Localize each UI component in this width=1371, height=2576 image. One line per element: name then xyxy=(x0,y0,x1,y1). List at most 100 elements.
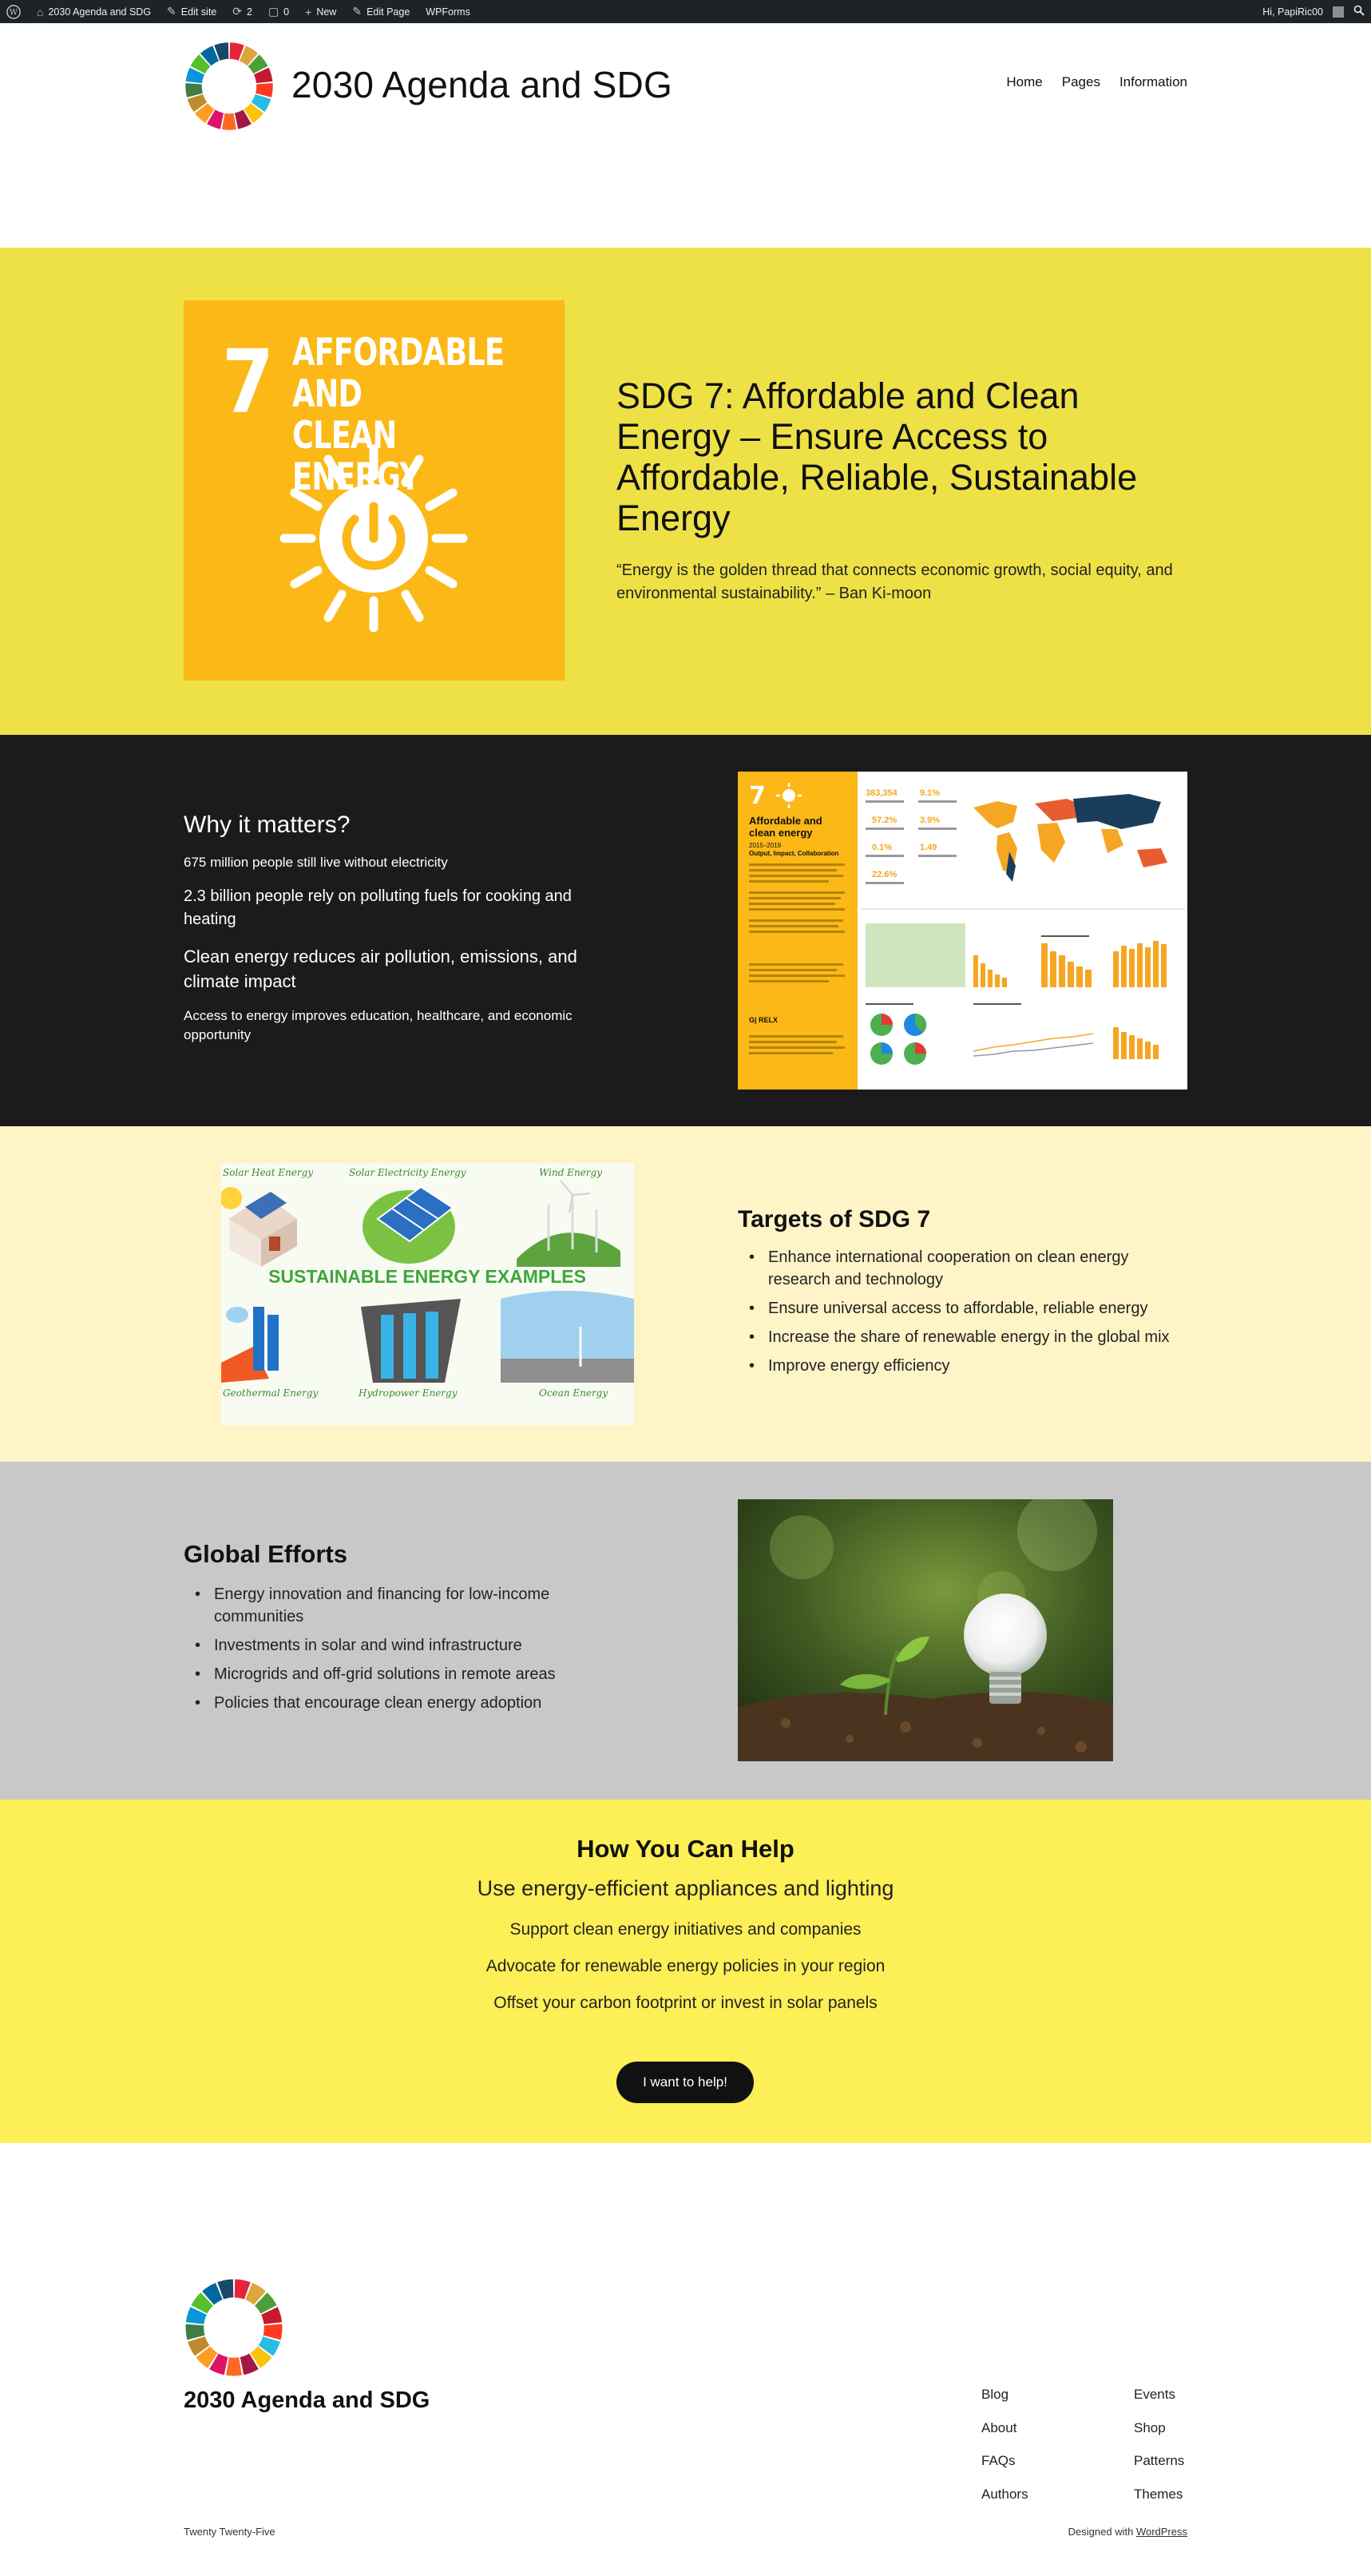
footer-link-faqs[interactable]: FAQs xyxy=(981,2453,1028,2487)
admin-wpforms[interactable]: WPForms xyxy=(426,6,470,18)
sdg-wheel-logo[interactable] xyxy=(184,41,275,132)
svg-text:Solar Electricity Energy: Solar Electricity Energy xyxy=(349,1167,466,1178)
why-list: 675 million people still live without el… xyxy=(184,853,583,1058)
targets-list: Enhance international cooperation on cle… xyxy=(738,1246,1185,1383)
footer-link-shop[interactable]: Shop xyxy=(1134,2420,1184,2454)
footer-link-themes[interactable]: Themes xyxy=(1134,2487,1184,2520)
svg-text:Output, Impact, Collaboration: Output, Impact, Collaboration xyxy=(749,850,839,857)
svg-text:Hydropower Energy: Hydropower Energy xyxy=(358,1387,458,1399)
wordpress-logo-icon[interactable]: W xyxy=(6,4,21,19)
svg-text:Geothermal Energy: Geothermal Energy xyxy=(223,1387,318,1399)
footer-link-about[interactable]: About xyxy=(981,2420,1028,2454)
sdg-tile-number: 7 xyxy=(222,331,275,433)
svg-text:Solar Heat Energy: Solar Heat Energy xyxy=(223,1167,313,1178)
svg-text:G| RELX: G| RELX xyxy=(749,1016,778,1024)
list-item: Investments in solar and wind infrastruc… xyxy=(184,1634,599,1657)
brush-icon: ✎ xyxy=(167,5,176,18)
svg-text:9.1%: 9.1% xyxy=(920,788,940,798)
pie-charts-graphic xyxy=(870,1013,927,1065)
svg-text:Wind Energy: Wind Energy xyxy=(539,1167,602,1178)
footer-site-title[interactable]: 2030 Agenda and SDG xyxy=(184,2387,430,2414)
help-line-2: Advocate for renewable energy policies i… xyxy=(485,1957,886,1975)
site-footer: 2030 Agenda and SDG Blog About FAQs Auth… xyxy=(0,2143,1371,2576)
list-item: Increase the share of renewable energy i… xyxy=(738,1326,1185,1348)
infographic-number: 7 xyxy=(749,782,766,810)
admin-new[interactable]: + New xyxy=(305,6,336,18)
sun-power-icon xyxy=(279,444,468,633)
lightbulb-plant-image xyxy=(738,1499,1113,1761)
targets-section: Solar Heat Energy Solar Electricity Ener… xyxy=(0,1126,1371,1462)
sdg-wheel-segment xyxy=(222,113,236,130)
list-item: Ensure universal access to affordable, r… xyxy=(738,1297,1185,1320)
footer-link-authors[interactable]: Authors xyxy=(981,2487,1028,2520)
svg-text:383,354: 383,354 xyxy=(866,788,898,798)
admin-site-name[interactable]: ⌂ 2030 Agenda and SDG xyxy=(37,6,151,18)
updates-icon: ⟳ xyxy=(232,5,242,18)
line-chart-graphic xyxy=(973,1033,1094,1057)
help-line-3: Offset your carbon footprint or invest i… xyxy=(493,1994,878,2012)
why-line-1: 675 million people still live without el… xyxy=(184,855,448,870)
designed-with-credit: Designed with WordPress xyxy=(1068,2526,1187,2538)
pencil-icon: ✎ xyxy=(352,5,363,18)
svg-text:clean energy: clean energy xyxy=(749,827,813,839)
footer-link-blog[interactable]: Blog xyxy=(981,2387,1028,2420)
sdg-wheel-logo[interactable] xyxy=(184,2277,284,2378)
targets-title: Targets of SDG 7 xyxy=(738,1206,931,1232)
list-item: Policies that encourage clean energy ado… xyxy=(184,1692,599,1714)
hero-quote: “Energy is the golden thread that connec… xyxy=(616,562,1173,602)
avatar[interactable] xyxy=(1333,6,1344,18)
footer-link-patterns[interactable]: Patterns xyxy=(1134,2453,1184,2487)
svg-text:57.2%: 57.2% xyxy=(872,816,897,825)
i-want-to-help-button[interactable]: I want to help! xyxy=(616,2062,754,2103)
how-you-can-help-section: How You Can Help Use energy-efficient ap… xyxy=(0,1800,1371,2143)
hero-section: 7 AFFORDABLE AND CLEAN ENERGY SDG 7: Aff… xyxy=(0,248,1371,735)
ocean-energy-icon xyxy=(501,1291,634,1383)
admin-comments[interactable]: ▢ 0 xyxy=(268,5,289,18)
wordpress-link[interactable]: WordPress xyxy=(1136,2526,1187,2538)
global-efforts-list: Energy innovation and financing for low-… xyxy=(184,1583,599,1721)
why-line-4: Access to energy improves education, hea… xyxy=(184,1008,573,1042)
site-title[interactable]: 2030 Agenda and SDG xyxy=(291,63,672,106)
admin-edit-site[interactable]: ✎ Edit site xyxy=(167,5,216,18)
site-header: 2030 Agenda and SDG Home Pages Informati… xyxy=(0,23,1371,247)
why-line-2: 2.3 billion people rely on polluting fue… xyxy=(184,887,572,928)
svg-text:22.6%: 22.6% xyxy=(872,870,897,879)
footer-link-events[interactable]: Events xyxy=(1134,2387,1184,2420)
admin-greeting[interactable]: Hi, PapiRic00 xyxy=(1262,6,1323,18)
help-line-1: Support clean energy initiatives and com… xyxy=(509,1920,862,1939)
admin-edit-page[interactable]: ✎ Edit Page xyxy=(352,5,410,18)
footer-links-col-2: Events Shop Patterns Themes xyxy=(1134,2387,1184,2519)
world-map-graphic xyxy=(973,794,1167,882)
help-title: How You Can Help xyxy=(577,1835,794,1863)
sdg7-tile-image: 7 AFFORDABLE AND CLEAN ENERGY xyxy=(184,300,565,681)
comment-icon: ▢ xyxy=(267,5,279,18)
search-icon[interactable] xyxy=(1353,5,1365,18)
svg-text:1.49: 1.49 xyxy=(920,843,937,852)
svg-text:3.9%: 3.9% xyxy=(920,816,940,825)
image-caption: SUSTAINABLE ENERGY EXAMPLES xyxy=(268,1266,586,1287)
nav-pages[interactable]: Pages xyxy=(1062,74,1100,90)
svg-text:Ocean Energy: Ocean Energy xyxy=(539,1387,608,1399)
global-efforts-title: Global Efforts xyxy=(184,1540,347,1568)
help-subtitle: Use energy-efficient appliances and ligh… xyxy=(477,1876,894,1900)
svg-text:0.1%: 0.1% xyxy=(872,843,892,852)
admin-updates[interactable]: ⟳ 2 xyxy=(232,5,252,18)
plus-icon: + xyxy=(305,5,312,18)
bar-charts-graphic xyxy=(973,941,1167,1059)
hydropower-icon xyxy=(361,1299,461,1383)
svg-text:W: W xyxy=(10,8,18,17)
sdg-wheel-segment xyxy=(226,2357,242,2376)
global-efforts-section: Global Efforts Energy innovation and fin… xyxy=(0,1462,1371,1800)
svg-text:2015–2019: 2015–2019 xyxy=(749,842,782,849)
svg-text:Affordable and: Affordable and xyxy=(749,815,822,827)
footer-links-col-1: Blog About FAQs Authors xyxy=(981,2387,1028,2519)
admin-bar: W ⌂ 2030 Agenda and SDG ✎ Edit site ⟳ 2 … xyxy=(0,0,1371,23)
list-item: Energy innovation and financing for low-… xyxy=(184,1583,599,1628)
why-title: Why it matters? xyxy=(184,812,351,838)
list-item: Enhance international cooperation on cle… xyxy=(738,1246,1185,1291)
main-navigation: Home Pages Information xyxy=(1006,74,1187,90)
home-icon: ⌂ xyxy=(37,5,44,18)
nav-information[interactable]: Information xyxy=(1119,74,1187,90)
theme-credit: Twenty Twenty-Five xyxy=(184,2526,275,2538)
nav-home[interactable]: Home xyxy=(1006,74,1042,90)
